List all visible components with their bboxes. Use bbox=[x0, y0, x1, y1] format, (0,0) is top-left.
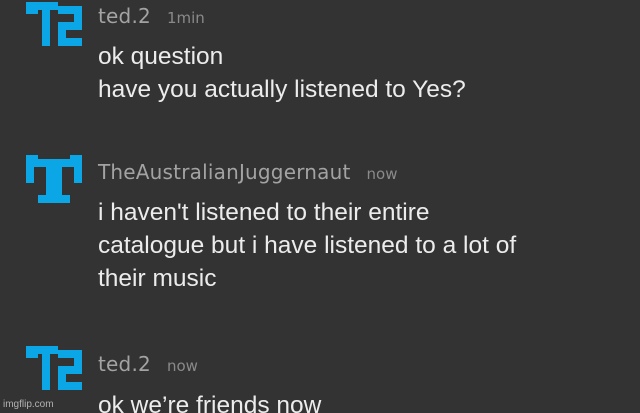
message-header: ted.2 now bbox=[98, 352, 198, 376]
message-body: ok we’re friends now bbox=[98, 389, 628, 413]
message-line: their music bbox=[98, 265, 217, 292]
message-line: catalogue but i have listened to a lot o… bbox=[98, 232, 517, 259]
t2-pixel-logo-icon bbox=[26, 346, 82, 390]
timestamp: now bbox=[166, 357, 198, 375]
pixel-t-logo-icon bbox=[26, 155, 82, 203]
username[interactable]: ted.2 bbox=[98, 4, 151, 28]
avatar[interactable] bbox=[26, 346, 82, 402]
message-body: i haven't listened to their entire catal… bbox=[98, 196, 628, 295]
avatar[interactable] bbox=[26, 155, 82, 211]
imgflip-watermark: imgflip.com bbox=[3, 399, 54, 410]
message-body: ok question have you actually listened t… bbox=[98, 40, 628, 106]
timestamp: now bbox=[366, 165, 398, 183]
message-line: have you actually listened to Yes? bbox=[98, 76, 466, 103]
message-line: i haven't listened to their entire bbox=[98, 199, 430, 226]
message-line: ok question bbox=[98, 43, 224, 70]
avatar[interactable] bbox=[26, 2, 82, 58]
message-line: ok we’re friends now bbox=[98, 392, 322, 413]
t2-pixel-logo-icon bbox=[26, 2, 82, 46]
message-header: ted.2 1min bbox=[98, 4, 205, 28]
timestamp: 1min bbox=[166, 9, 205, 27]
message-header: TheAustralianJuggernaut now bbox=[98, 160, 397, 184]
username[interactable]: TheAustralianJuggernaut bbox=[98, 160, 351, 184]
username[interactable]: ted.2 bbox=[98, 352, 151, 376]
